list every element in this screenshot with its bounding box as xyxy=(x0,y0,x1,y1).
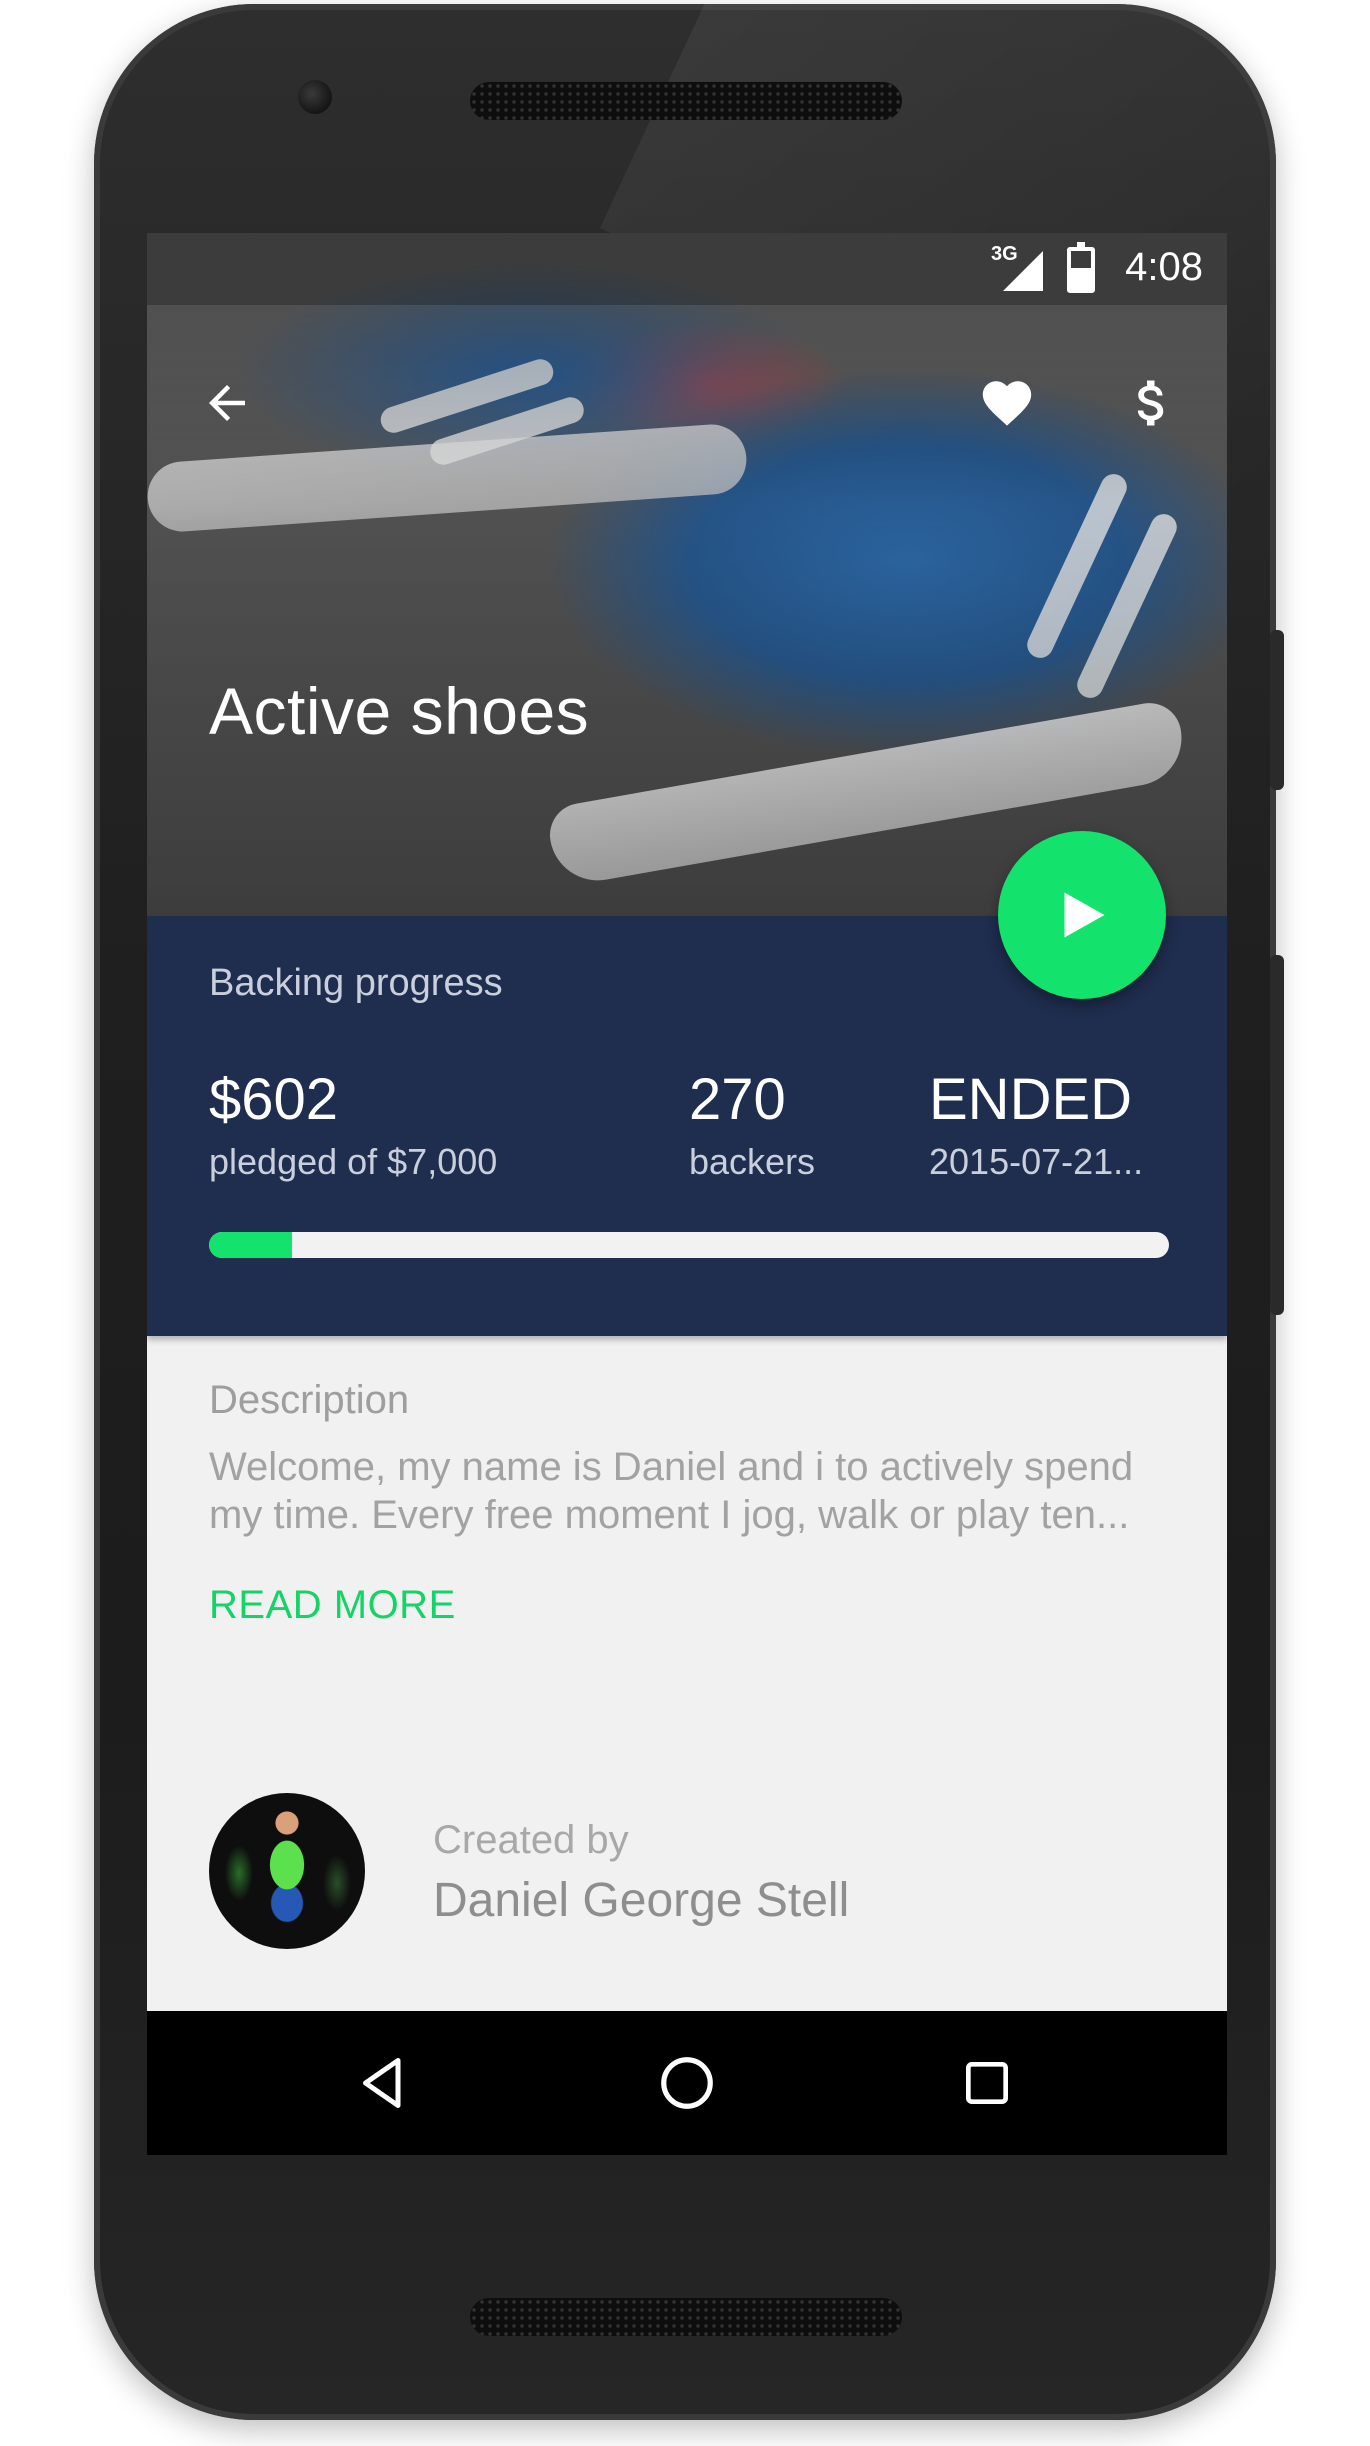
heart-icon xyxy=(982,381,1032,426)
backers-count: 270 xyxy=(689,1067,786,1132)
nav-back-icon xyxy=(363,2058,401,2108)
top-speaker xyxy=(470,82,902,120)
backers-label: backers xyxy=(689,1141,816,1182)
progress-bar-fill xyxy=(209,1232,292,1258)
screen: 3G 4:08 Active shoes Backing progress $6… xyxy=(147,233,1227,2155)
nav-back-button[interactable] xyxy=(347,2047,419,2119)
nav-home-button[interactable] xyxy=(651,2047,723,2119)
description-text: Welcome, my name is Daniel and i to acti… xyxy=(209,1445,1134,1537)
project-title: Active shoes xyxy=(209,674,590,748)
favorite-button[interactable] xyxy=(967,363,1047,443)
power-button xyxy=(1270,630,1284,790)
dollar-icon xyxy=(1137,380,1164,426)
avatar[interactable] xyxy=(209,1793,365,1949)
pledged-goal: pledged of $7,000 xyxy=(209,1141,498,1182)
read-more-link[interactable]: READ MORE xyxy=(209,1583,456,1628)
progress-bar xyxy=(209,1232,1169,1258)
play-icon xyxy=(1064,892,1105,938)
description-label: Description xyxy=(209,1378,410,1422)
backing-label: Backing progress xyxy=(209,962,503,1004)
pledged-amount: $602 xyxy=(209,1067,339,1132)
play-button[interactable] xyxy=(998,831,1166,999)
volume-button xyxy=(1270,955,1284,1315)
arrow-back-icon xyxy=(209,385,245,421)
status-time: 4:08 xyxy=(1125,245,1203,289)
bottom-speaker xyxy=(470,2298,902,2336)
created-by-label: Created by xyxy=(433,1818,629,1862)
back-button[interactable] xyxy=(187,363,267,443)
pledge-button[interactable] xyxy=(1112,361,1192,445)
creator-name[interactable]: Daniel George Stell xyxy=(433,1873,849,1928)
campaign-end-date: 2015-07-21... xyxy=(929,1141,1144,1182)
battery-icon xyxy=(1067,242,1095,293)
nav-recents-button[interactable] xyxy=(951,2047,1023,2119)
status-bar: 3G 4:08 xyxy=(147,233,1227,305)
navigation-bar xyxy=(147,2011,1227,2155)
nav-recents-icon xyxy=(966,2062,1008,2104)
front-camera xyxy=(298,80,332,114)
nav-home-icon xyxy=(661,2057,713,2109)
signal-icon xyxy=(1003,251,1043,291)
hero-image xyxy=(147,233,1227,916)
hero-overlay xyxy=(147,233,1227,916)
campaign-status: ENDED xyxy=(929,1067,1133,1132)
